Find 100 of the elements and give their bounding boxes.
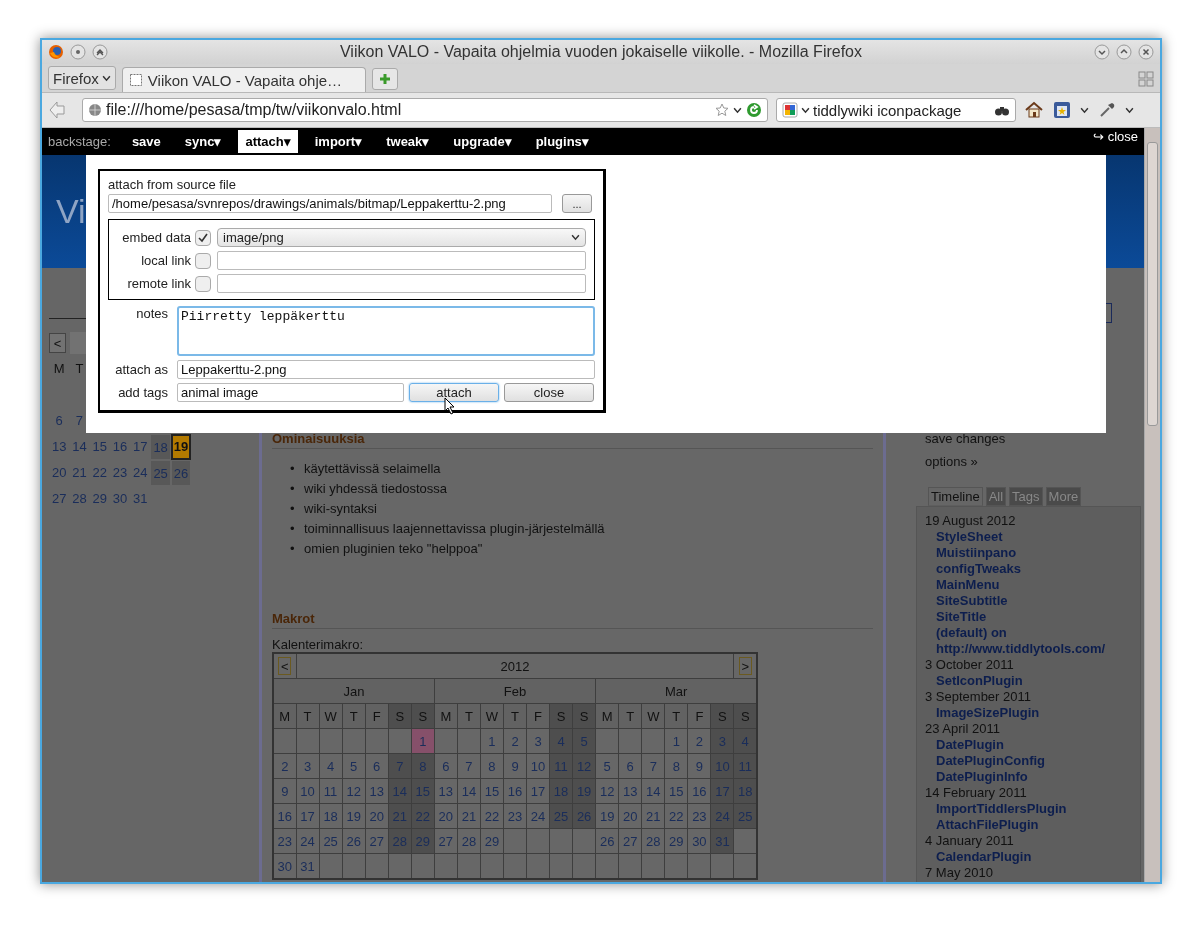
calendar-day[interactable]: 11 xyxy=(319,778,343,804)
calendar-day[interactable]: 15 xyxy=(664,778,688,804)
calendar-day[interactable]: 16 xyxy=(109,434,131,460)
calendar-day[interactable]: 28 xyxy=(69,486,90,512)
browser-tab[interactable]: Viikon VALO - Vapaita ohje… xyxy=(121,67,366,92)
calendar-day[interactable]: 13 xyxy=(434,778,458,804)
calendar-day[interactable]: 23 xyxy=(273,828,297,854)
calendar-day[interactable]: 7 xyxy=(69,408,90,434)
browse-button[interactable]: ... xyxy=(562,194,592,213)
calendar-day[interactable]: 23 xyxy=(503,803,527,829)
bookmark-icon[interactable] xyxy=(1052,100,1072,120)
calendar-day[interactable]: 12 xyxy=(342,778,366,804)
calendar-day[interactable]: 14 xyxy=(457,778,481,804)
calendar-day[interactable]: 29 xyxy=(89,486,110,512)
calendar-day[interactable]: 23 xyxy=(109,460,131,486)
chevron-up-icon[interactable] xyxy=(92,44,108,60)
sidebar-tab[interactable]: More xyxy=(1045,487,1082,506)
calendar-day[interactable]: 21 xyxy=(457,803,481,829)
checkbox[interactable] xyxy=(195,252,211,269)
address-field[interactable]: file:///home/pesasa/tmp/tw/viikonvalo.html xyxy=(82,98,768,122)
tiddler-link[interactable]: Muistiinpano xyxy=(925,545,1132,561)
calendar-day[interactable]: 5 xyxy=(342,753,366,779)
tags-field[interactable]: animal image xyxy=(177,383,404,402)
link-field[interactable] xyxy=(217,274,586,293)
star-icon[interactable] xyxy=(715,103,729,117)
caret-icon[interactable] xyxy=(801,105,810,115)
calendar-day[interactable]: 13 xyxy=(618,778,642,804)
calendar-day[interactable]: 10 xyxy=(296,778,320,804)
tiddler-link[interactable]: CalendarPlugin xyxy=(925,849,1132,865)
calendar-day[interactable]: 21 xyxy=(69,460,90,486)
calendar-day[interactable]: 27 xyxy=(365,828,389,854)
calendar-day[interactable]: 7 xyxy=(641,753,665,779)
reload-icon[interactable] xyxy=(746,102,762,118)
calendar-day[interactable]: 27 xyxy=(434,828,458,854)
tiddler-link[interactable]: SiteTitle xyxy=(925,609,1132,625)
backstage-tab[interactable]: plugins▾ xyxy=(528,130,596,153)
calendar-day[interactable]: 16 xyxy=(503,778,527,804)
sidebar-tab[interactable]: All xyxy=(985,487,1007,506)
calendar-day[interactable]: 31 xyxy=(130,486,151,512)
calendar-day[interactable]: 20 xyxy=(49,460,70,486)
tiddler-link[interactable]: DatePluginConfig xyxy=(925,753,1132,769)
calendar-day[interactable]: 20 xyxy=(618,803,642,829)
calendar-day[interactable]: 26 xyxy=(595,828,619,854)
calendar-day[interactable]: 17 xyxy=(130,434,151,460)
checkbox[interactable] xyxy=(195,229,211,246)
tiddler-link[interactable]: (default) on http://www.tiddlytools.com/ xyxy=(925,625,1132,657)
calendar-day[interactable]: 7 xyxy=(457,753,481,779)
search-field[interactable]: tiddlywiki iconpackage xyxy=(776,98,1016,122)
calendar-day[interactable]: 19 xyxy=(342,803,366,829)
calendar-day[interactable]: 14 xyxy=(69,434,90,460)
backstage-tab[interactable]: upgrade▾ xyxy=(446,130,519,153)
calendar-day[interactable]: 1 xyxy=(664,728,688,754)
calendar-day[interactable]: 16 xyxy=(687,778,711,804)
calendar-day[interactable]: 22 xyxy=(480,803,504,829)
calendar-day[interactable]: 9 xyxy=(687,753,711,779)
sidebar-link[interactable]: options » xyxy=(925,454,978,470)
calendar-day[interactable]: 27 xyxy=(618,828,642,854)
calendar-day[interactable]: 28 xyxy=(457,828,481,854)
calendar-day[interactable]: 18 xyxy=(150,434,171,460)
calendar-day[interactable]: 2 xyxy=(687,728,711,754)
calendar-day[interactable]: 13 xyxy=(49,434,70,460)
calendar-day[interactable]: 8 xyxy=(480,753,504,779)
previous-year-button[interactable]: < xyxy=(278,657,292,675)
sidebar-tab[interactable]: Tags xyxy=(1009,487,1043,506)
calendar-day[interactable]: 2 xyxy=(503,728,527,754)
calendar-day[interactable]: 3 xyxy=(526,728,550,754)
calendar-day[interactable]: 22 xyxy=(664,803,688,829)
calendar-day[interactable]: 15 xyxy=(89,434,110,460)
caret-icon[interactable] xyxy=(1125,105,1134,115)
minimize-icon[interactable] xyxy=(1094,44,1110,60)
calendar-day[interactable]: 15 xyxy=(480,778,504,804)
calendar-day[interactable]: 29 xyxy=(664,828,688,854)
calendar-day[interactable]: 20 xyxy=(365,803,389,829)
calendar-day[interactable]: 6 xyxy=(49,408,70,434)
calendar-day[interactable]: 20 xyxy=(434,803,458,829)
calendar-day[interactable]: 9 xyxy=(273,778,297,804)
backstage-tab[interactable]: sync▾ xyxy=(177,130,229,153)
calendar-day[interactable]: 16 xyxy=(273,803,297,829)
tiddler-link[interactable]: StyleSheet xyxy=(925,529,1132,545)
calendar-day[interactable]: 25 xyxy=(319,828,343,854)
calendar-day[interactable]: 24 xyxy=(130,460,151,486)
calendar-day[interactable]: 9 xyxy=(503,753,527,779)
calendar-day[interactable]: 14 xyxy=(641,778,665,804)
calendar-day[interactable]: 6 xyxy=(434,753,458,779)
calendar-day[interactable]: 12 xyxy=(595,778,619,804)
calendar-day[interactable]: 30 xyxy=(109,486,131,512)
calendar-day[interactable]: 4 xyxy=(319,753,343,779)
calendar-day[interactable]: 30 xyxy=(687,828,711,854)
calendar-day[interactable]: 24 xyxy=(526,803,550,829)
backstage-tab[interactable]: attach▾ xyxy=(238,130,298,153)
tiddler-link[interactable]: ImageSizePlugin xyxy=(925,705,1132,721)
calendar-day[interactable]: 23 xyxy=(687,803,711,829)
firefox-menu-button[interactable]: Firefox xyxy=(48,66,116,90)
checkbox[interactable] xyxy=(195,275,211,292)
calendar-day[interactable]: 26 xyxy=(342,828,366,854)
caret-icon[interactable] xyxy=(1080,105,1089,115)
calendar-day[interactable]: 27 xyxy=(49,486,70,512)
calendar-day[interactable]: 19 xyxy=(170,434,192,460)
calendar-day[interactable]: 2 xyxy=(273,753,297,779)
tiddler-link[interactable]: AttachFilePlugin xyxy=(925,817,1132,833)
